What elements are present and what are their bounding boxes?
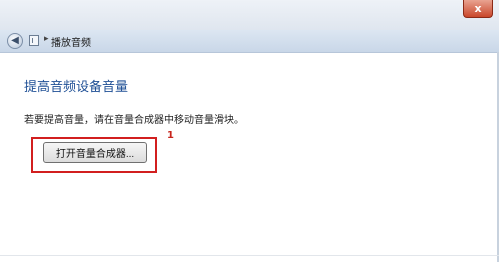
page-title: 提高音频设备音量 [24,80,129,95]
audio-troubleshooter-window: x ◀ ▸ 播放音频 提高音频设备音量 若要提高音量，请在音量合成器中移动音量滑… [0,0,499,262]
breadcrumb: 播放音频 [51,38,91,49]
back-arrow-icon: ◀ [11,35,19,46]
back-button[interactable]: ◀ [7,33,23,49]
title-bar: x [0,0,499,30]
instruction-text: 若要提高音量，请在音量合成器中移动音量滑块。 [24,115,244,126]
close-button[interactable]: x [463,0,493,18]
step-number-annotation: 1 [167,130,174,141]
breadcrumb-arrow-icon[interactable]: ▸ [44,34,49,44]
close-icon: x [474,2,482,15]
open-volume-mixer-button[interactable]: 打开音量合成器... [43,142,147,163]
navigation-bar: ◀ ▸ 播放音频 [0,30,499,53]
window-icon [29,35,39,46]
divider [0,255,499,256]
